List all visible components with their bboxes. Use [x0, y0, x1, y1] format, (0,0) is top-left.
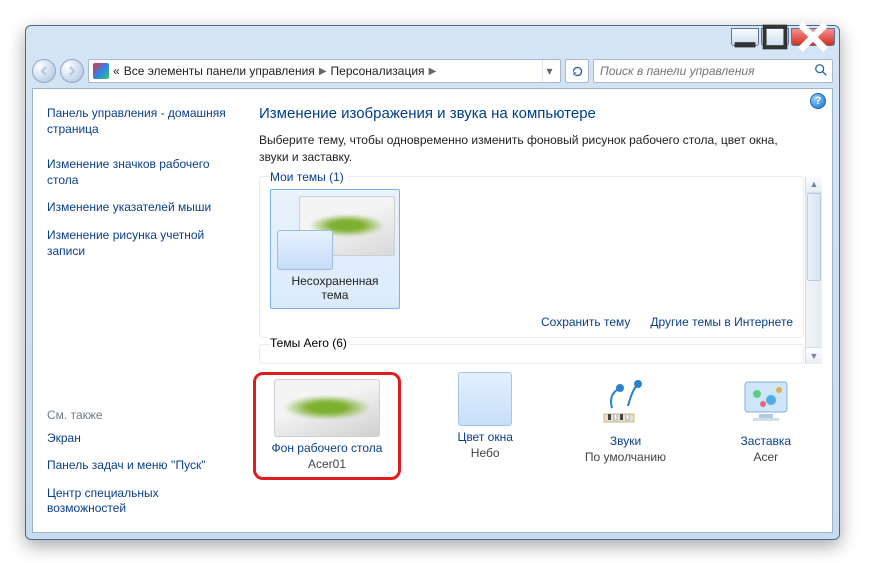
breadcrumb-prefix: «	[113, 64, 120, 78]
page-title: Изменение изображения и звука на компьют…	[259, 105, 822, 122]
sounds-button[interactable]: Звуки По умолчанию	[569, 372, 681, 464]
desktop-icons-link[interactable]: Изменение значков рабочего стола	[47, 152, 233, 193]
breadcrumb-separator: ▶	[319, 66, 327, 77]
taskbar-start-menu-link[interactable]: Панель задач и меню ''Пуск''	[47, 453, 233, 479]
theme-name: Несохраненная тема	[277, 274, 393, 302]
navigation-bar: « Все элементы панели управления ▶ Персо…	[26, 54, 839, 88]
aero-themes-label: Темы Aero (6)	[270, 336, 351, 350]
ease-of-access-link[interactable]: Центр специальных возможностей	[47, 481, 233, 522]
breadcrumb[interactable]: « Все элементы панели управления ▶ Персо…	[88, 59, 561, 83]
screensaver-button[interactable]: Заставка Acer	[710, 372, 822, 464]
footer-value: Небо	[429, 446, 541, 460]
refresh-button[interactable]	[565, 59, 589, 83]
scrollbar-up-button[interactable]: ▲	[806, 176, 822, 193]
window-color-button[interactable]: Цвет окна Небо	[429, 372, 541, 460]
save-theme-link[interactable]: Сохранить тему	[541, 315, 630, 329]
maximize-button[interactable]	[761, 28, 789, 46]
search-box[interactable]	[593, 59, 833, 83]
footer-label: Цвет окна	[429, 430, 541, 444]
more-themes-online-link[interactable]: Другие темы в Интернете	[650, 315, 793, 329]
display-link[interactable]: Экран	[47, 426, 233, 452]
scrollbar-down-button[interactable]: ▼	[806, 347, 822, 364]
screensaver-icon	[721, 372, 811, 430]
search-icon	[814, 63, 828, 80]
personalization-footer: Фон рабочего стола Acer01 Цвет окна Небо	[259, 364, 822, 480]
back-button[interactable]	[32, 59, 56, 83]
footer-label: Фон рабочего стола	[262, 441, 392, 455]
account-picture-link[interactable]: Изменение рисунка учетной записи	[47, 223, 233, 264]
see-also-label: См. также	[47, 402, 233, 424]
my-themes-group: Мои темы (1) Несохраненная тема Сохранит…	[259, 176, 804, 338]
side-panel: Панель управления - домашняя страница Из…	[33, 89, 243, 532]
scrollbar-thumb[interactable]	[807, 193, 821, 281]
themes-scrollbar[interactable]: ▲ ▼	[805, 176, 822, 364]
forward-button[interactable]	[60, 59, 84, 83]
breadcrumb-all-items[interactable]: Все элементы панели управления	[124, 64, 315, 78]
footer-label: Заставка	[710, 434, 822, 448]
theme-preview	[277, 196, 395, 270]
control-panel-home-link[interactable]: Панель управления - домашняя страница	[47, 101, 233, 142]
wallpaper-icon	[274, 379, 380, 437]
theme-item-unsaved[interactable]: Несохраненная тема	[270, 189, 400, 309]
breadcrumb-dropdown[interactable]: ▾	[542, 60, 556, 82]
my-themes-label: Мои темы (1)	[270, 170, 348, 184]
close-button[interactable]	[791, 28, 835, 46]
breadcrumb-current[interactable]: Персонализация	[331, 64, 425, 78]
highlight-annotation: Фон рабочего стола Acer01	[253, 372, 401, 480]
title-bar	[26, 26, 839, 54]
main-panel: Изменение изображения и звука на компьют…	[243, 89, 832, 532]
window-color-icon	[458, 372, 512, 426]
personalization-window: « Все элементы панели управления ▶ Персо…	[25, 25, 840, 540]
minimize-button[interactable]	[731, 28, 759, 46]
mouse-pointers-link[interactable]: Изменение указателей мыши	[47, 195, 233, 221]
search-input[interactable]	[598, 63, 814, 79]
sounds-icon	[580, 372, 670, 430]
footer-value: Acer	[710, 450, 822, 464]
control-panel-icon	[93, 63, 109, 79]
aero-themes-group: Темы Aero (6)	[259, 344, 804, 364]
footer-label: Звуки	[569, 434, 681, 448]
footer-value: По умолчанию	[569, 450, 681, 464]
desktop-background-button[interactable]: Фон рабочего стола Acer01	[262, 379, 392, 471]
client-area: ? Панель управления - домашняя страница …	[32, 88, 833, 533]
breadcrumb-separator: ▶	[429, 66, 437, 77]
page-description: Выберите тему, чтобы одновременно измени…	[259, 132, 822, 166]
footer-value: Acer01	[262, 457, 392, 471]
